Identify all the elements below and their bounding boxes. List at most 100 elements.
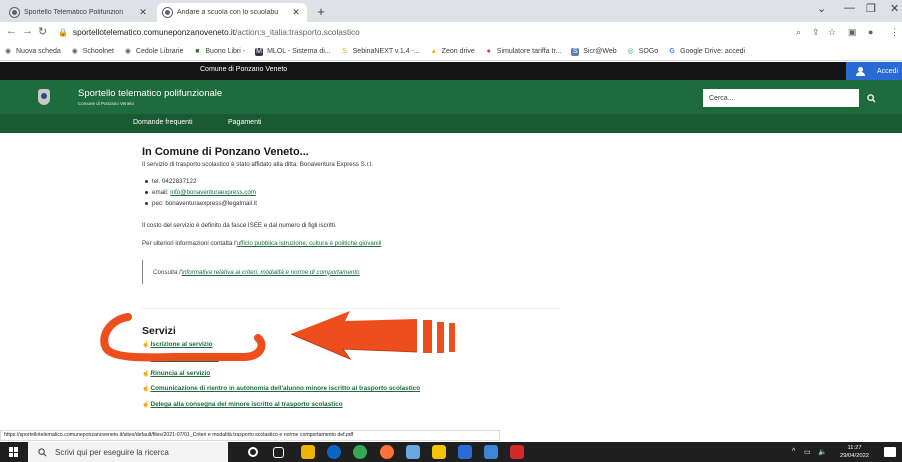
clock-time: 11:27: [847, 445, 862, 451]
document-app-icon[interactable]: [484, 445, 498, 459]
bookmark-item[interactable]: ● Simulatore tariffa tr...: [485, 48, 562, 56]
url-path: /action:s_italia:trasporto.scolastico: [235, 28, 360, 37]
network-app-icon[interactable]: [406, 445, 420, 459]
page-heading: In Comune di Ponzano Veneto...: [142, 146, 309, 158]
browser-tab-1[interactable]: Sportello Telematico Polifunzion ✕: [4, 3, 154, 22]
maximize-icon[interactable]: ❐: [866, 2, 876, 15]
search-placeholder: Cerca...: [709, 94, 734, 102]
login-button[interactable]: Accedi: [846, 62, 902, 80]
address-bar[interactable]: 🔒 sportellotelematico.comuneponzanovenet…: [58, 24, 458, 41]
services-heading: Servizi: [142, 325, 176, 337]
bookmark-item[interactable]: ▲ Zeon drive: [430, 48, 475, 56]
bookmarks-bar: ◉ Nuova scheda ◉ Schoolnet ◉ Cedole Librari…: [0, 43, 902, 61]
bookmark-icon: ▲: [430, 47, 438, 55]
annotation-bar-3: [449, 323, 455, 352]
notification-icon[interactable]: [884, 447, 896, 457]
contact-email: email: info@bonaventuraexpress.com: [142, 187, 562, 198]
section-divider: [142, 308, 559, 309]
bookmark-icon: ◉: [4, 47, 12, 55]
service-link-delega[interactable]: ☝Delega alla consegna del minore iscritt…: [142, 401, 343, 408]
new-tab-icon[interactable]: +: [314, 4, 328, 19]
municipal-emblem-icon[interactable]: [38, 89, 50, 105]
tray-chevron-icon[interactable]: ^: [792, 448, 795, 455]
taskbar-clock[interactable]: 11:27 29/04/2022: [840, 444, 869, 460]
close-window-icon[interactable]: ✕: [890, 2, 899, 15]
bookmark-star-icon[interactable]: ☆: [828, 27, 836, 38]
network-icon[interactable]: ▭: [804, 448, 811, 456]
email-link[interactable]: info@bonaventuraexpress.com: [170, 189, 256, 196]
sticky-app-icon[interactable]: [432, 445, 446, 459]
office-link[interactable]: ufficio pubblica istruzione, cultura e p…: [237, 240, 382, 247]
annotation-bar-1: [423, 320, 432, 353]
info-quote: Consulta l' informativa relativa ai crite…: [142, 260, 562, 284]
file-explorer-icon[interactable]: [301, 445, 315, 459]
close-tab-icon[interactable]: ✕: [291, 7, 301, 18]
side-panel-icon[interactable]: ▣: [848, 27, 857, 38]
bookmark-item[interactable]: M MLOL - Sistema di...: [255, 47, 331, 56]
close-tab-icon[interactable]: ✕: [138, 7, 148, 18]
cost-text: Il costo del servizio è definito da fasc…: [142, 222, 337, 229]
top-bar-label[interactable]: Comune di Ponzano Veneto: [200, 66, 287, 73]
annotation-arrow-shadow: [290, 333, 418, 361]
contact-list: tel. 0422837122 email: info@bonaventurae…: [142, 176, 562, 209]
windows-start-icon[interactable]: [9, 447, 19, 457]
bookmark-item[interactable]: ◉ Schoolnet: [71, 48, 114, 56]
taskbar-search-input[interactable]: Scrivi qui per eseguire la ricerca: [28, 442, 228, 462]
intro-text: Il servizio di trasporto scolastico è st…: [142, 161, 374, 168]
reload-icon[interactable]: ↻: [38, 25, 47, 38]
service-link-variazione[interactable]: ☝Variazione del servizio: [142, 355, 219, 362]
search-input[interactable]: Cerca...: [703, 89, 859, 107]
firefox-icon[interactable]: [380, 445, 394, 459]
bookmark-item[interactable]: ◉ Nuova scheda: [4, 48, 61, 56]
volume-icon[interactable]: 🔈: [818, 448, 827, 456]
contact-pec: pec: bonaventuraexpress@legalmail.it: [142, 198, 562, 209]
forward-icon[interactable]: →: [22, 25, 33, 37]
bookmark-item[interactable]: ■ Buono Libri -: [193, 48, 245, 56]
bookmark-item[interactable]: ◉ Cedole Librarie: [124, 48, 184, 56]
criteria-info-link[interactable]: informativa relativa ai criteri, modalit…: [182, 269, 360, 276]
service-link-iscrizione[interactable]: ☝Iscrizione al servizio: [142, 341, 213, 348]
bookmark-item[interactable]: S SebinaNEXT v.1.4 -...: [341, 48, 419, 56]
bookmark-icon: M: [255, 47, 264, 56]
edge-icon[interactable]: [327, 445, 341, 459]
browser-toolbar: ← → ↻ 🔒 sportellotelematico.comuneponzan…: [0, 22, 902, 43]
chrome-icon[interactable]: [353, 445, 367, 459]
site-top-bar: Comune di Ponzano Veneto: [0, 62, 902, 80]
cortana-icon[interactable]: [248, 447, 258, 457]
bookmark-item[interactable]: ◎ SOGo: [627, 47, 659, 56]
windows-taskbar: Scrivi qui per eseguire la ricerca ^ ▭ 🔈…: [0, 442, 902, 462]
bookmark-icon: G: [669, 47, 675, 55]
menu-item-faq[interactable]: Domande frequenti: [133, 119, 193, 126]
annotation-arrow: [291, 311, 417, 359]
service-link-rientro-autonomia[interactable]: ☝Comunicazione di rientro in autonomia d…: [142, 385, 420, 392]
task-view-icon[interactable]: [273, 447, 284, 458]
menu-item-payments[interactable]: Pagamenti: [228, 119, 261, 126]
profile-icon[interactable]: ●: [868, 27, 873, 37]
hand-pointer-icon: ☝: [142, 386, 150, 392]
browser-tab-2[interactable]: Andare a scuola con lo scuolabu ✕: [157, 3, 307, 22]
tab-search-chevron-icon[interactable]: ⌄: [817, 2, 826, 15]
clock-date: 29/04/2022: [840, 453, 870, 459]
search-icon: [866, 93, 876, 103]
bookmark-icon: ■: [195, 47, 200, 55]
browser-status-url: https://sportellotelematico.comuneponzan…: [0, 430, 500, 441]
contact-tel: tel. 0422837122: [142, 176, 562, 187]
url-host: sportellotelematico.comuneponzanoveneto.…: [72, 28, 235, 37]
search-icon: [38, 447, 47, 456]
more-menu-icon[interactable]: ⋮: [890, 27, 899, 38]
site-favicon-icon: [163, 8, 172, 17]
sicraweb-app-icon[interactable]: [458, 445, 472, 459]
bookmark-item[interactable]: G Google Drive: accedi: [668, 48, 745, 56]
service-link-rinuncia[interactable]: ☝Rinuncia al servizio: [142, 370, 210, 377]
bookmark-item[interactable]: S Sicr@Web: [571, 47, 617, 56]
bookmark-icon: ◉: [71, 47, 78, 55]
minimize-icon[interactable]: —: [844, 2, 855, 14]
zoom-icon[interactable]: ⌕: [796, 27, 801, 38]
site-title[interactable]: Sportello telematico polifunzionale: [78, 88, 222, 99]
bookmark-icon: ◎: [627, 47, 634, 55]
share-icon[interactable]: ⇪: [812, 27, 820, 38]
site-favicon-icon: [10, 8, 19, 17]
acrobat-icon[interactable]: [510, 445, 524, 459]
back-icon[interactable]: ←: [6, 25, 17, 37]
search-button[interactable]: [862, 89, 880, 107]
